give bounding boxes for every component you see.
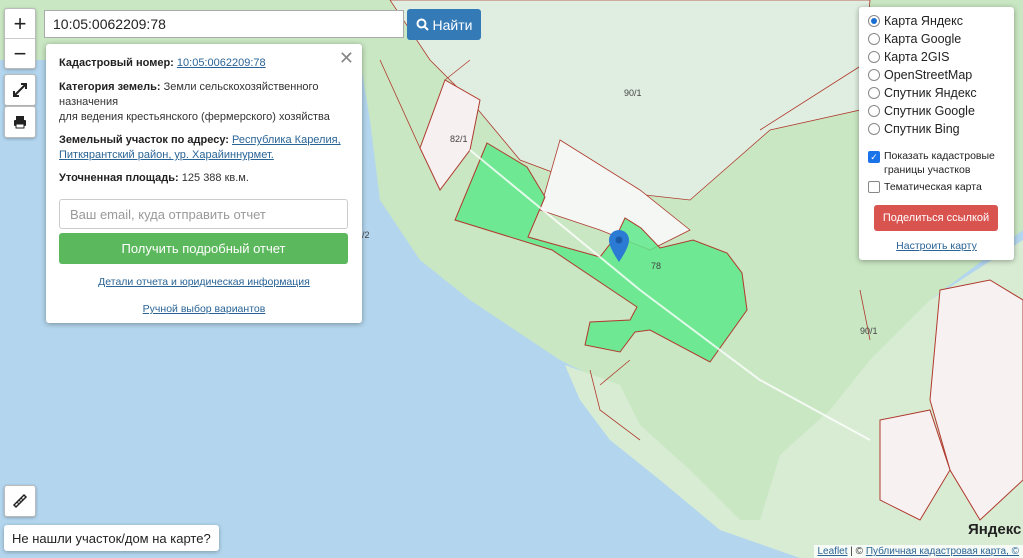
- map-label-2: /2: [362, 230, 370, 240]
- zoom-control: + −: [4, 8, 36, 69]
- show-borders-label: Показать кадастровые границы участков: [884, 149, 995, 177]
- area-label: Уточненная площадь:: [59, 172, 179, 184]
- fullscreen-button[interactable]: [4, 74, 36, 106]
- area-value: 125 388 кв.м.: [181, 172, 249, 184]
- find-button[interactable]: Найти: [407, 9, 481, 40]
- layer-label: Спутник Bing: [884, 122, 960, 136]
- radio-icon[interactable]: [868, 105, 880, 117]
- address-link-1[interactable]: Республика Карелия,: [232, 134, 341, 146]
- ruler-icon: [12, 493, 28, 509]
- cadastral-row: Кадастровый номер: 10:05:0062209:78: [59, 56, 349, 71]
- category-value-2: назначения: [59, 96, 119, 108]
- category-value-3: для ведения крестьянского (фермерского) …: [59, 111, 330, 123]
- printer-icon: [14, 116, 26, 129]
- category-label: Категория земель:: [59, 81, 161, 93]
- layer-option-yandex-map[interactable]: Карта Яндекс: [868, 14, 963, 28]
- expand-icon: [13, 83, 27, 97]
- layer-label: Карта Google: [884, 32, 962, 46]
- layers-panel: Карта Яндекс Карта Google Карта 2GIS Ope…: [859, 7, 1014, 260]
- find-button-label: Найти: [432, 16, 473, 33]
- layer-label: Карта Яндекс: [884, 14, 963, 28]
- area-row: Уточненная площадь: 125 388 кв.м.: [59, 171, 349, 186]
- manual-select-link[interactable]: Ручной выбор вариантов: [59, 302, 349, 317]
- show-borders-line-1: Показать кадастровые: [884, 150, 995, 162]
- thematic-map-toggle[interactable]: Тематическая карта: [868, 181, 982, 193]
- checkbox-icon[interactable]: [868, 181, 880, 193]
- address-row: Земельный участок по адресу: Республика …: [59, 133, 349, 163]
- get-report-button[interactable]: Получить подробный отчет: [59, 233, 348, 264]
- leaflet-link[interactable]: Leaflet: [818, 546, 848, 557]
- share-link-button[interactable]: Поделиться ссылкой: [874, 205, 998, 231]
- cadastral-label: Кадастровый номер:: [59, 57, 174, 69]
- layer-option-yandex-sat[interactable]: Спутник Яндекс: [868, 86, 977, 100]
- layer-label: Спутник Google: [884, 104, 975, 118]
- print-button[interactable]: [4, 106, 36, 138]
- layer-option-bing-sat[interactable]: Спутник Bing: [868, 122, 960, 136]
- attribution-sep: | ©: [847, 546, 866, 557]
- layer-option-2gis-map[interactable]: Карта 2GIS: [868, 50, 949, 64]
- layer-option-google-sat[interactable]: Спутник Google: [868, 104, 975, 118]
- show-borders-line-2: границы участков: [884, 164, 971, 176]
- map-label-90-1-right: 90/1: [860, 326, 878, 336]
- configure-map-link[interactable]: Настроить карту: [859, 240, 1014, 252]
- ruler-button[interactable]: [4, 485, 36, 517]
- show-borders-toggle[interactable]: ✓ Показать кадастровые границы участков: [868, 149, 995, 177]
- layer-label: Карта 2GIS: [884, 50, 950, 64]
- search-icon: [416, 18, 429, 31]
- zoom-out-button[interactable]: −: [5, 38, 35, 68]
- zoom-in-button[interactable]: +: [5, 9, 35, 38]
- radio-icon[interactable]: [868, 15, 880, 27]
- layer-option-osm[interactable]: OpenStreetMap: [868, 68, 972, 82]
- radio-icon[interactable]: [868, 87, 880, 99]
- layer-label: Спутник Яндекс: [884, 86, 977, 100]
- yandex-logo: Яндекс: [968, 521, 1022, 538]
- address-label: Земельный участок по адресу:: [59, 134, 229, 146]
- search-input[interactable]: [44, 10, 404, 38]
- radio-icon[interactable]: [868, 51, 880, 63]
- parcel-info-popup: ✕ Кадастровый номер: 10:05:0062209:78 Ка…: [46, 44, 362, 323]
- address-link-2[interactable]: Питкярантский район, ур. Харайиннурмет.: [59, 149, 274, 161]
- thematic-label: Тематическая карта: [884, 181, 982, 193]
- category-value-1: Земли сельскохозяйственного: [163, 81, 319, 93]
- layer-option-google-map[interactable]: Карта Google: [868, 32, 961, 46]
- radio-icon[interactable]: [868, 69, 880, 81]
- radio-icon[interactable]: [868, 123, 880, 135]
- map-label-82-1: 82/1: [450, 134, 468, 144]
- checkbox-checked-icon[interactable]: ✓: [868, 151, 880, 163]
- pkk-link[interactable]: Публичная кадастровая карта, ©: [866, 546, 1019, 557]
- category-row: Категория земель: Земли сельскохозяйстве…: [59, 80, 349, 125]
- map-label-78: 78: [651, 261, 661, 271]
- radio-icon[interactable]: [868, 33, 880, 45]
- attribution: Leaflet | © Публичная кадастровая карта,…: [813, 545, 1023, 558]
- not-found-button[interactable]: Не нашли участок/дом на карте?: [4, 525, 219, 551]
- cadastral-link[interactable]: 10:05:0062209:78: [177, 57, 266, 69]
- email-input[interactable]: Ваш email, куда отправить отчет: [59, 199, 348, 229]
- details-link[interactable]: Детали отчета и юридическая информация: [59, 275, 349, 290]
- map-label-90-1-top: 90/1: [624, 88, 642, 98]
- layer-label: OpenStreetMap: [884, 68, 973, 82]
